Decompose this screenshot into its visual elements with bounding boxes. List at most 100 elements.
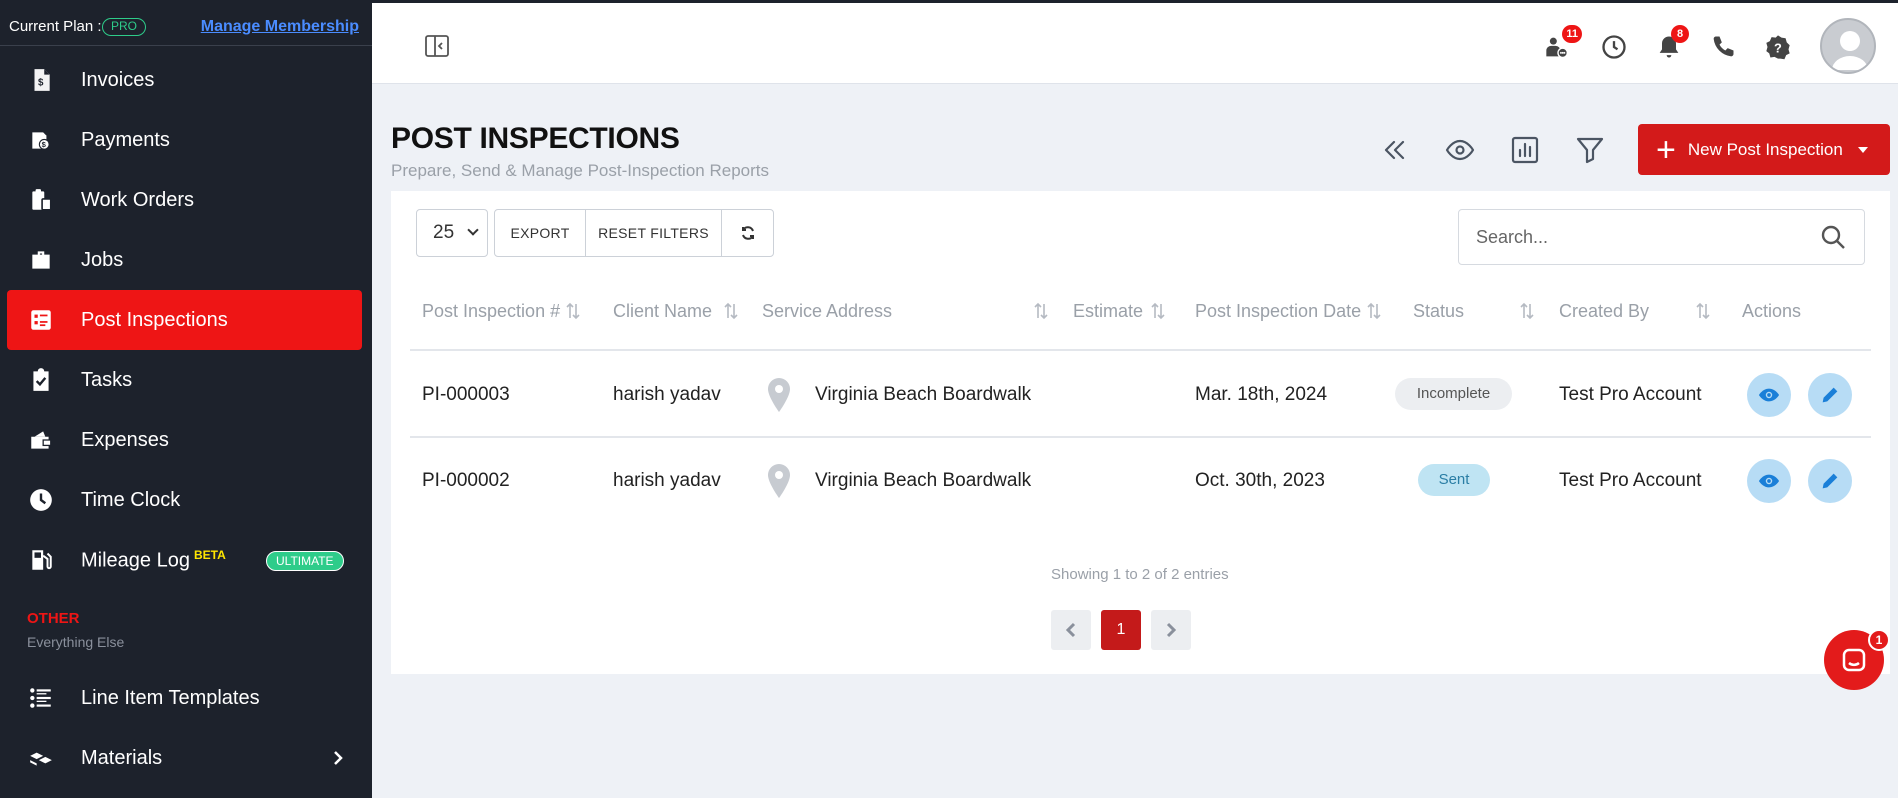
reset-filters-button[interactable]: RESET FILTERS — [586, 210, 722, 256]
sidebar-item-payments[interactable]: $ Payments — [7, 110, 362, 170]
sidebar-item-label: Expenses — [81, 428, 169, 451]
search-box — [1458, 209, 1865, 265]
fuel-icon — [27, 546, 55, 574]
sidebar-item-tasks[interactable]: Tasks — [7, 350, 362, 410]
phone-icon[interactable] — [1707, 31, 1739, 63]
plan-label: Current Plan : — [9, 18, 102, 35]
plus-icon: + — [1656, 130, 1676, 169]
edit-button[interactable] — [1808, 373, 1852, 417]
sidebar-item-time-clock[interactable]: Time Clock — [7, 470, 362, 530]
table-row[interactable]: PI-000002 harish yadav Virginia Beach Bo… — [410, 438, 1871, 524]
pagination-next[interactable] — [1151, 610, 1191, 650]
bell-icon[interactable]: 8 — [1653, 25, 1689, 63]
plan-badge: PRO — [102, 18, 147, 36]
pencil-icon — [1822, 473, 1838, 489]
chat-launcher[interactable]: 1 — [1824, 629, 1890, 690]
manage-membership-link[interactable]: Manage Membership — [201, 18, 359, 36]
column-header-created-by[interactable]: Created By — [1559, 301, 1649, 322]
sort-icon[interactable] — [724, 302, 738, 320]
mileage-log-label: Mileage Log — [81, 549, 190, 572]
chat-badge: 1 — [1868, 629, 1890, 651]
column-header-service-address[interactable]: Service Address — [762, 301, 892, 322]
eye-icon — [1758, 388, 1780, 402]
status-badge: Incomplete — [1395, 378, 1512, 410]
search-input[interactable] — [1459, 210, 1799, 264]
pagination-prev[interactable] — [1051, 610, 1091, 650]
payments-icon: $ — [27, 126, 55, 154]
sidebar-item-label: Post Inspections — [81, 308, 228, 331]
map-pin-icon — [767, 464, 791, 498]
sidebar-item-label: Line Item Templates — [81, 686, 260, 709]
sidebar-item-label: Invoices — [81, 68, 155, 91]
column-header-client-name[interactable]: Client Name — [613, 301, 712, 322]
sidebar-item-jobs[interactable]: Jobs — [7, 230, 362, 290]
invoice-icon: $ — [27, 66, 55, 94]
clipboard-check-icon — [27, 366, 55, 394]
team-icon[interactable]: 11 — [1542, 25, 1582, 63]
eye-icon — [1758, 474, 1780, 488]
sidebar-item-invoices[interactable]: $ Invoices — [7, 50, 362, 110]
view-button[interactable] — [1747, 459, 1791, 503]
column-header-post-inspection[interactable]: Post Inspection # — [422, 301, 560, 322]
table-actions: EXPORT RESET FILTERS — [494, 209, 774, 257]
service-address: Virginia Beach Boardwalk — [815, 384, 1032, 405]
history-icon[interactable] — [1598, 31, 1630, 63]
refresh-icon — [741, 226, 754, 240]
sort-icon[interactable] — [566, 302, 580, 320]
notification-badge: 8 — [1671, 25, 1689, 43]
column-header-estimate[interactable]: Estimate — [1073, 301, 1143, 322]
page-title: POST INSPECTIONS — [391, 122, 680, 155]
sort-icon[interactable] — [1151, 302, 1165, 320]
materials-icon — [27, 744, 55, 772]
list-icon — [27, 684, 55, 712]
filter-icon[interactable] — [1573, 133, 1607, 167]
column-header-post-inspection-date[interactable]: Post Inspection Date — [1195, 301, 1361, 322]
sort-icon[interactable] — [1034, 302, 1048, 320]
eye-icon[interactable] — [1443, 133, 1477, 167]
sidebar-toggle-icon[interactable] — [424, 33, 450, 59]
caret-down-icon[interactable] — [1857, 146, 1868, 153]
clock-icon — [27, 486, 55, 514]
pagination-page-1[interactable]: 1 — [1101, 610, 1141, 650]
sidebar-item-materials[interactable]: Materials — [7, 728, 362, 788]
post-inspections-card: 25 EXPORT RESET FILTERS Post Inspection … — [391, 191, 1890, 674]
column-header-status[interactable]: Status — [1413, 301, 1464, 322]
view-button[interactable] — [1747, 373, 1791, 417]
new-post-inspection-label: New Post Inspection — [1687, 139, 1843, 159]
post-inspection-number[interactable]: PI-000002 — [422, 470, 510, 492]
sort-icon[interactable] — [1520, 302, 1534, 320]
team-badge: 11 — [1562, 25, 1582, 43]
status-badge: Sent — [1418, 464, 1490, 496]
table-row[interactable]: PI-000003 harish yadav Virginia Beach Bo… — [410, 352, 1871, 438]
sidebar-item-mileage-log[interactable]: Mileage Log BETA ULTIMATE — [7, 530, 362, 590]
chevron-right-icon — [328, 748, 348, 768]
sidebar-item-post-inspections[interactable]: Post Inspections — [7, 290, 362, 350]
created-by: Test Pro Account — [1559, 470, 1702, 491]
service-address: Virginia Beach Boardwalk — [815, 470, 1032, 491]
client-name: harish yadav — [613, 384, 721, 405]
refresh-button[interactable] — [722, 210, 773, 256]
chart-icon[interactable] — [1508, 133, 1542, 167]
user-avatar[interactable] — [1820, 18, 1876, 74]
help-icon[interactable]: ? — [1762, 31, 1794, 63]
sidebar-item-line-item-templates[interactable]: Line Item Templates — [7, 668, 362, 728]
sort-icon[interactable] — [1367, 302, 1381, 320]
chat-icon — [1842, 648, 1866, 672]
wallet-icon — [27, 426, 55, 454]
per-page-select[interactable]: 25 — [416, 209, 488, 257]
sidebar-item-label: Tasks — [81, 368, 133, 391]
per-page-value: 25 — [433, 222, 455, 243]
search-icon[interactable] — [1820, 224, 1846, 250]
chevron-left-icon — [1065, 622, 1076, 638]
sidebar-item-work-orders[interactable]: Work Orders — [7, 170, 362, 230]
double-chevron-left-icon[interactable] — [1378, 133, 1412, 167]
sort-icon[interactable] — [1696, 302, 1710, 320]
post-inspection-date: Oct. 30th, 2023 — [1195, 470, 1325, 491]
section-subtitle: Everything Else — [27, 634, 125, 650]
sidebar-item-expenses[interactable]: Expenses — [7, 410, 362, 470]
post-inspection-date: Mar. 18th, 2024 — [1195, 384, 1328, 405]
post-inspection-number[interactable]: PI-000003 — [422, 384, 510, 406]
export-button[interactable]: EXPORT — [495, 210, 586, 256]
edit-button[interactable] — [1808, 459, 1852, 503]
new-post-inspection-button[interactable]: + New Post Inspection — [1638, 124, 1890, 175]
